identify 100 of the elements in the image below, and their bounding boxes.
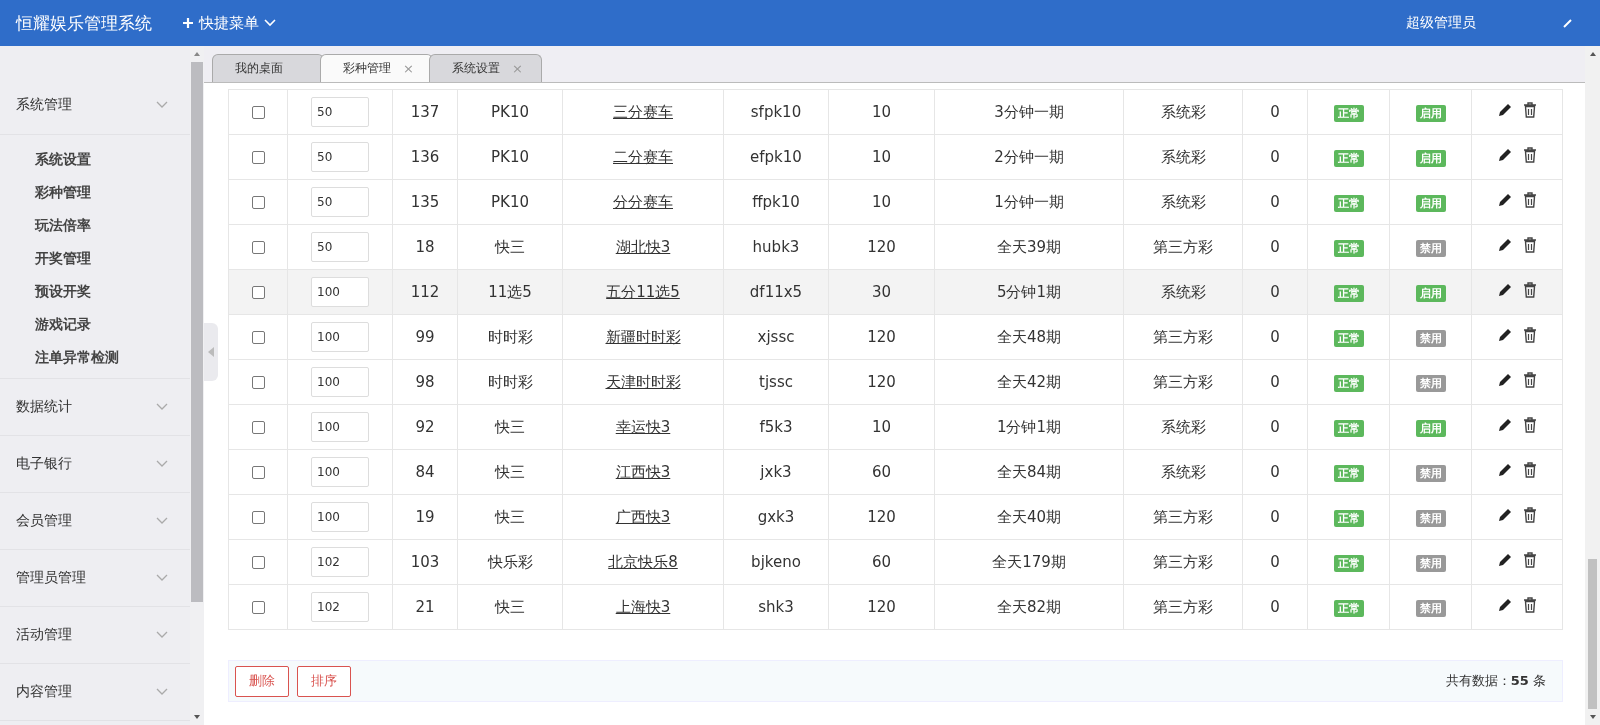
table-cell: 快乐彩 xyxy=(487,552,533,571)
status-badge: 正常 xyxy=(1333,194,1364,212)
edit-icon[interactable] xyxy=(1497,372,1513,388)
scrollbar[interactable] xyxy=(190,46,204,725)
footer-button[interactable]: 排序 xyxy=(297,665,351,697)
edit-icon[interactable] xyxy=(1497,192,1513,208)
row-checkbox[interactable] xyxy=(251,601,265,614)
edit-icon[interactable] xyxy=(1497,147,1513,163)
sort-input[interactable]: 100 xyxy=(311,367,369,397)
delete-icon[interactable] xyxy=(1523,462,1537,478)
edit-icon[interactable] xyxy=(1497,327,1513,343)
lottery-link[interactable]: 幸运快3 xyxy=(615,417,671,436)
row-checkbox[interactable] xyxy=(251,376,265,389)
tab[interactable]: 系统设置 × xyxy=(428,54,542,82)
delete-icon[interactable] xyxy=(1523,597,1537,613)
row-checkbox[interactable] xyxy=(251,466,265,479)
chevron-icon xyxy=(156,101,168,109)
sort-input[interactable]: 100 xyxy=(311,457,369,487)
quick-menu-button[interactable]: 快捷菜单 xyxy=(182,13,276,33)
table-cell: 112 xyxy=(410,283,440,301)
row-checkbox[interactable] xyxy=(251,331,265,344)
status-badge: 正常 xyxy=(1333,284,1364,302)
status-badge: 正常 xyxy=(1333,329,1364,347)
lottery-link[interactable]: 分分赛车 xyxy=(613,192,673,211)
delete-icon[interactable] xyxy=(1523,282,1537,298)
row-checkbox[interactable] xyxy=(251,556,265,569)
delete-icon[interactable] xyxy=(1523,192,1537,208)
menu-item[interactable]: 彩种管理 xyxy=(0,176,190,209)
table-cell: 120 xyxy=(867,238,896,256)
edit-icon[interactable] xyxy=(1497,282,1513,298)
delete-icon[interactable] xyxy=(1523,417,1537,433)
user-name[interactable]: 超级管理员 xyxy=(1406,14,1476,32)
edit-icon[interactable] xyxy=(1497,507,1513,523)
table-cell: 第三方彩 xyxy=(1153,507,1213,526)
scrollbar-thumb[interactable] xyxy=(1588,559,1597,709)
table-cell: 1分钟1期 xyxy=(996,417,1062,436)
table-cell: 第三方彩 xyxy=(1153,597,1213,616)
delete-icon[interactable] xyxy=(1523,102,1537,118)
lottery-link[interactable]: 上海快3 xyxy=(615,597,671,616)
arrow-up-icon[interactable] xyxy=(191,50,203,58)
row-checkbox[interactable] xyxy=(251,196,265,209)
menu-item[interactable]: 注单异常检测 xyxy=(0,341,190,374)
pencil-icon[interactable] xyxy=(1562,17,1574,29)
table-cell: 系统彩 xyxy=(1160,192,1206,211)
lottery-link[interactable]: 五分11选5 xyxy=(606,282,680,301)
sort-input[interactable]: 100 xyxy=(311,502,369,532)
lottery-link[interactable]: 江西快3 xyxy=(615,462,671,481)
delete-icon[interactable] xyxy=(1523,507,1537,523)
plus-icon xyxy=(182,17,194,29)
table-cell: 98 xyxy=(415,373,435,391)
table-cell: 92 xyxy=(415,418,435,436)
edit-icon[interactable] xyxy=(1497,102,1513,118)
sort-input[interactable]: 50 xyxy=(311,97,369,127)
lottery-link[interactable]: 二分赛车 xyxy=(613,147,673,166)
table-cell: 0 xyxy=(1270,553,1280,571)
footer-button[interactable]: 删除 xyxy=(235,665,289,697)
lottery-link[interactable]: 北京快乐8 xyxy=(608,552,678,571)
row-checkbox[interactable] xyxy=(251,106,265,119)
sort-input[interactable]: 102 xyxy=(311,592,369,622)
menu-item[interactable]: 游戏记录 xyxy=(0,308,190,341)
lottery-link[interactable]: 广西快3 xyxy=(615,507,671,526)
table-cell: 0 xyxy=(1270,238,1280,256)
delete-icon[interactable] xyxy=(1523,147,1537,163)
table-cell: 全天40期 xyxy=(996,507,1062,526)
menu-item[interactable]: 开奖管理 xyxy=(0,242,190,275)
edit-icon[interactable] xyxy=(1497,597,1513,613)
sort-input[interactable]: 100 xyxy=(311,277,369,307)
row-checkbox[interactable] xyxy=(251,286,265,299)
scrollbar[interactable] xyxy=(1585,46,1600,725)
row-checkbox[interactable] xyxy=(251,511,265,524)
menu-item[interactable]: 玩法倍率 xyxy=(0,209,190,242)
menu-item[interactable]: 预设开奖 xyxy=(0,275,190,308)
edit-icon[interactable] xyxy=(1497,552,1513,568)
collapse-handle[interactable] xyxy=(204,323,218,381)
delete-icon[interactable] xyxy=(1523,552,1537,568)
sort-input[interactable]: 102 xyxy=(311,547,369,577)
scrollbar-thumb[interactable] xyxy=(191,62,203,602)
lottery-link[interactable]: 湖北快3 xyxy=(615,237,671,256)
lottery-link[interactable]: 三分赛车 xyxy=(613,102,673,121)
sort-input[interactable]: 50 xyxy=(311,232,369,262)
edit-icon[interactable] xyxy=(1497,417,1513,433)
status-badge: 正常 xyxy=(1333,239,1364,257)
lottery-link[interactable]: 新疆时时彩 xyxy=(605,327,681,346)
menu-item[interactable]: 系统设置 xyxy=(0,143,190,176)
edit-icon[interactable] xyxy=(1497,237,1513,253)
table-cell: sfpk10 xyxy=(750,103,802,121)
edit-icon[interactable] xyxy=(1497,462,1513,478)
row-checkbox[interactable] xyxy=(251,241,265,254)
sort-input[interactable]: 100 xyxy=(311,412,369,442)
arrow-down-icon[interactable] xyxy=(191,713,203,721)
delete-icon[interactable] xyxy=(1523,327,1537,343)
sort-input[interactable]: 50 xyxy=(311,187,369,217)
lottery-link[interactable]: 天津时时彩 xyxy=(605,372,681,391)
delete-icon[interactable] xyxy=(1523,237,1537,253)
row-checkbox[interactable] xyxy=(251,151,265,164)
delete-icon[interactable] xyxy=(1523,372,1537,388)
app-title: 恒耀娱乐管理系统 xyxy=(16,11,152,35)
row-checkbox[interactable] xyxy=(251,421,265,434)
sort-input[interactable]: 100 xyxy=(311,322,369,352)
sort-input[interactable]: 50 xyxy=(311,142,369,172)
